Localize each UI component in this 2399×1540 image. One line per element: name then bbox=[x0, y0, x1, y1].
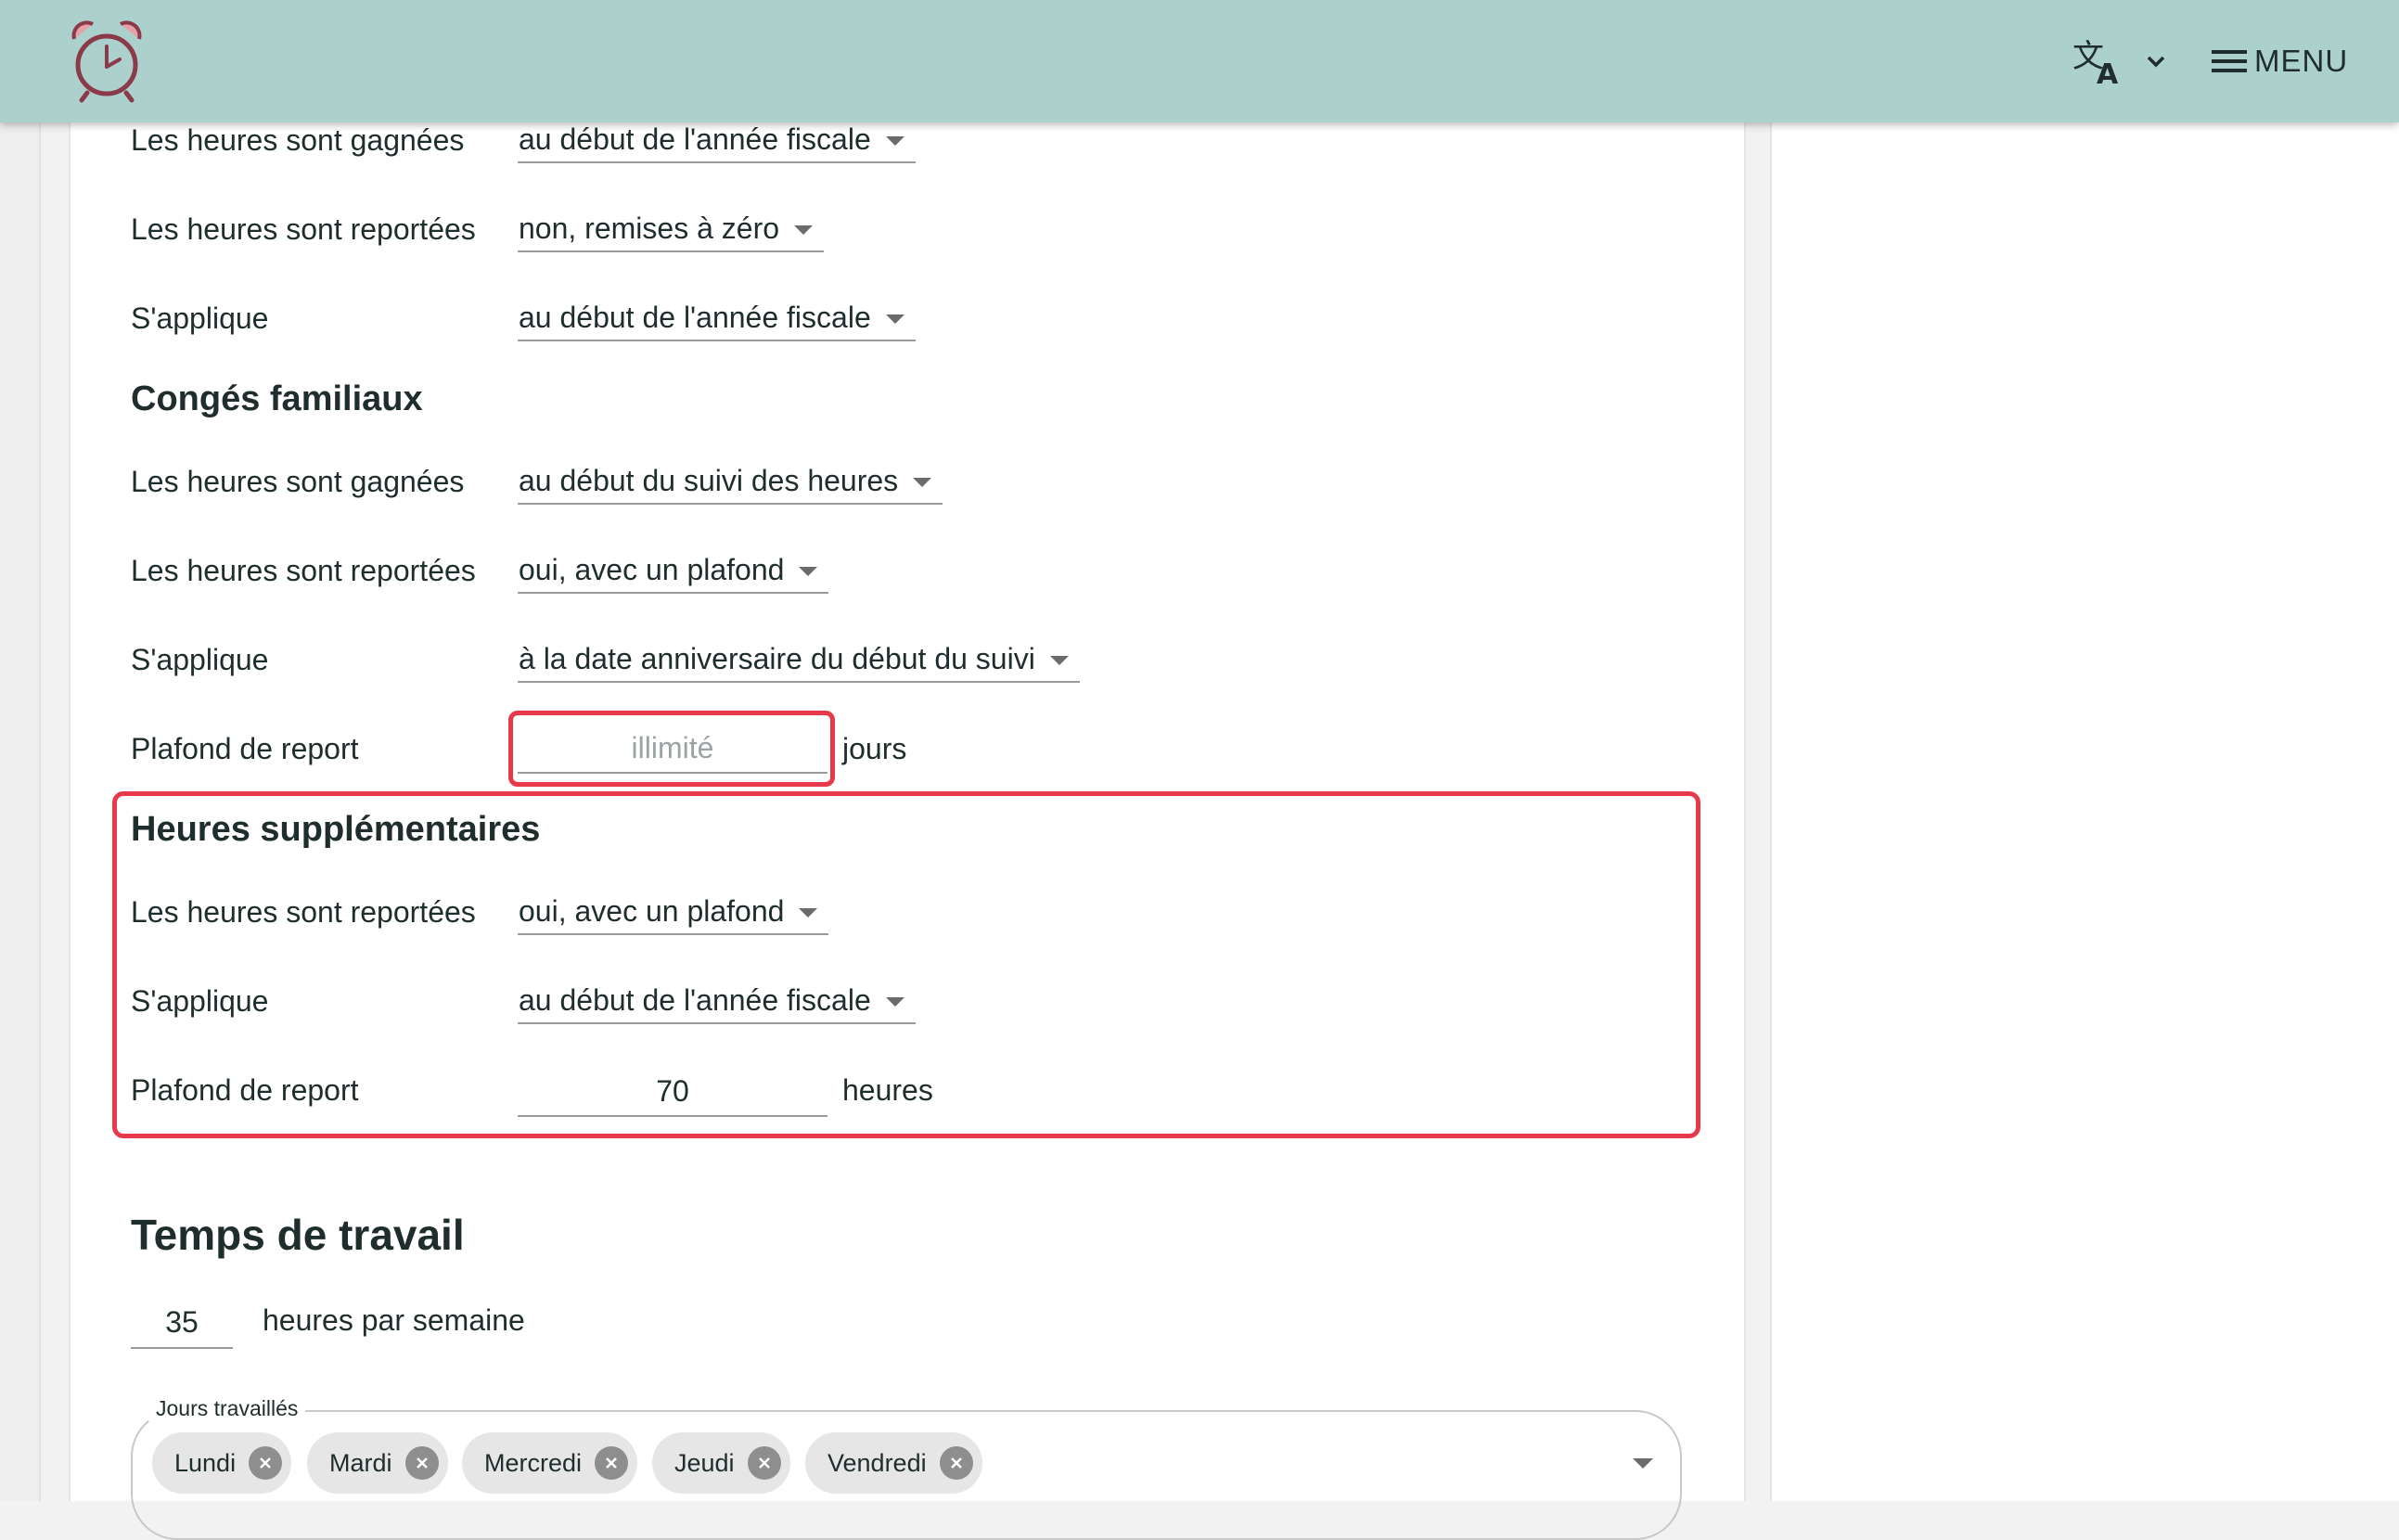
family-earned-select-value: au début du suivi des heures bbox=[519, 463, 899, 497]
work-days-label: Jours travaillés bbox=[148, 1396, 306, 1421]
translate-icon[interactable]: 文 A bbox=[2071, 35, 2126, 87]
day-chip-label: Lundi bbox=[174, 1448, 237, 1477]
page-margin-left bbox=[0, 0, 41, 1501]
day-chip-label: Mardi bbox=[329, 1448, 392, 1477]
day-chip-mardi[interactable]: Mardi bbox=[307, 1432, 448, 1494]
applies-select[interactable]: au début de l'année fiscale bbox=[518, 295, 916, 341]
dropdown-caret-icon[interactable] bbox=[1633, 1458, 1653, 1469]
alarm-clock-icon[interactable] bbox=[69, 19, 145, 104]
day-chip-vendredi[interactable]: Vendredi bbox=[805, 1432, 982, 1494]
day-chip-lundi[interactable]: Lundi bbox=[152, 1432, 292, 1494]
dropdown-caret-icon bbox=[799, 908, 818, 918]
dropdown-caret-icon bbox=[799, 567, 818, 576]
overtime-heading: Heures supplémentaires bbox=[131, 810, 541, 849]
family-carryover-select[interactable]: oui, avec un plafond bbox=[518, 547, 829, 594]
dropdown-caret-icon bbox=[885, 136, 904, 146]
day-chip-jeudi[interactable]: Jeudi bbox=[652, 1432, 790, 1494]
family-cap-label: Plafond de report bbox=[131, 732, 359, 765]
family-earned-select[interactable]: au début du suivi des heures bbox=[518, 458, 943, 505]
carryover-label: Les heures sont reportées bbox=[131, 212, 476, 246]
dropdown-caret-icon bbox=[794, 225, 814, 235]
family-carryover-label: Les heures sont reportées bbox=[131, 554, 476, 587]
overtime-carryover-label: Les heures sont reportées bbox=[131, 895, 476, 929]
overtime-carryover-select[interactable]: oui, avec un plafond bbox=[518, 889, 829, 935]
top-app-bar: 文 A MENU bbox=[0, 0, 2399, 122]
overtime-cap-label: Plafond de report bbox=[131, 1073, 359, 1107]
family-leave-heading: Congés familiaux bbox=[131, 379, 423, 418]
weekly-hours-unit: heures par semaine bbox=[263, 1303, 525, 1337]
family-cap-unit: jours bbox=[842, 732, 907, 765]
overtime-applies-select-value: au début de l'année fiscale bbox=[519, 982, 871, 1017]
earned-select[interactable]: au début de l'année fiscale bbox=[518, 117, 916, 163]
menu-button[interactable]: MENU bbox=[2210, 37, 2348, 85]
overtime-cap-unit: heures bbox=[842, 1073, 933, 1107]
family-applies-select-value: à la date anniversaire du début du suivi bbox=[519, 641, 1035, 675]
close-icon[interactable] bbox=[249, 1446, 283, 1480]
day-chip-label: Vendredi bbox=[827, 1448, 927, 1477]
family-earned-label: Les heures sont gagnées bbox=[131, 465, 465, 498]
close-icon[interactable] bbox=[747, 1446, 781, 1480]
menu-label: MENU bbox=[2254, 44, 2349, 78]
applies-select-value: au début de l'année fiscale bbox=[519, 300, 871, 334]
earned-select-value: au début de l'année fiscale bbox=[519, 122, 871, 156]
family-applies-select[interactable]: à la date anniversaire du début du suivi bbox=[518, 636, 1080, 683]
work-time-heading: Temps de travail bbox=[131, 1211, 465, 1259]
overtime-applies-select[interactable]: au début de l'année fiscale bbox=[518, 978, 916, 1024]
overtime-carryover-select-value: oui, avec un plafond bbox=[519, 893, 785, 928]
close-icon[interactable] bbox=[939, 1446, 973, 1480]
carryover-select-value: non, remises à zéro bbox=[519, 211, 780, 245]
weekly-hours-input[interactable] bbox=[131, 1297, 233, 1349]
hamburger-icon bbox=[2212, 50, 2247, 72]
dropdown-caret-icon bbox=[1049, 656, 1069, 665]
side-panel bbox=[1770, 0, 2399, 1501]
overtime-cap-input[interactable] bbox=[518, 1067, 827, 1117]
highlight-family-cap bbox=[508, 711, 835, 787]
earned-label: Les heures sont gagnées bbox=[131, 123, 465, 157]
close-icon[interactable] bbox=[404, 1446, 439, 1480]
dropdown-caret-icon bbox=[885, 314, 904, 324]
dropdown-caret-icon bbox=[913, 478, 932, 487]
close-icon[interactable] bbox=[595, 1446, 629, 1480]
day-chip-mercredi[interactable]: Mercredi bbox=[462, 1432, 638, 1494]
day-chip-label: Mercredi bbox=[484, 1448, 583, 1477]
carryover-select[interactable]: non, remises à zéro bbox=[518, 206, 825, 252]
family-applies-label: S'applique bbox=[131, 643, 269, 676]
svg-text:A: A bbox=[2097, 58, 2119, 87]
day-chip-label: Jeudi bbox=[674, 1448, 735, 1477]
chevron-down-icon[interactable] bbox=[2143, 48, 2169, 74]
overtime-applies-label: S'applique bbox=[131, 984, 269, 1018]
dropdown-caret-icon bbox=[885, 997, 904, 1007]
applies-label: S'applique bbox=[131, 302, 269, 335]
family-carryover-select-value: oui, avec un plafond bbox=[519, 552, 785, 586]
